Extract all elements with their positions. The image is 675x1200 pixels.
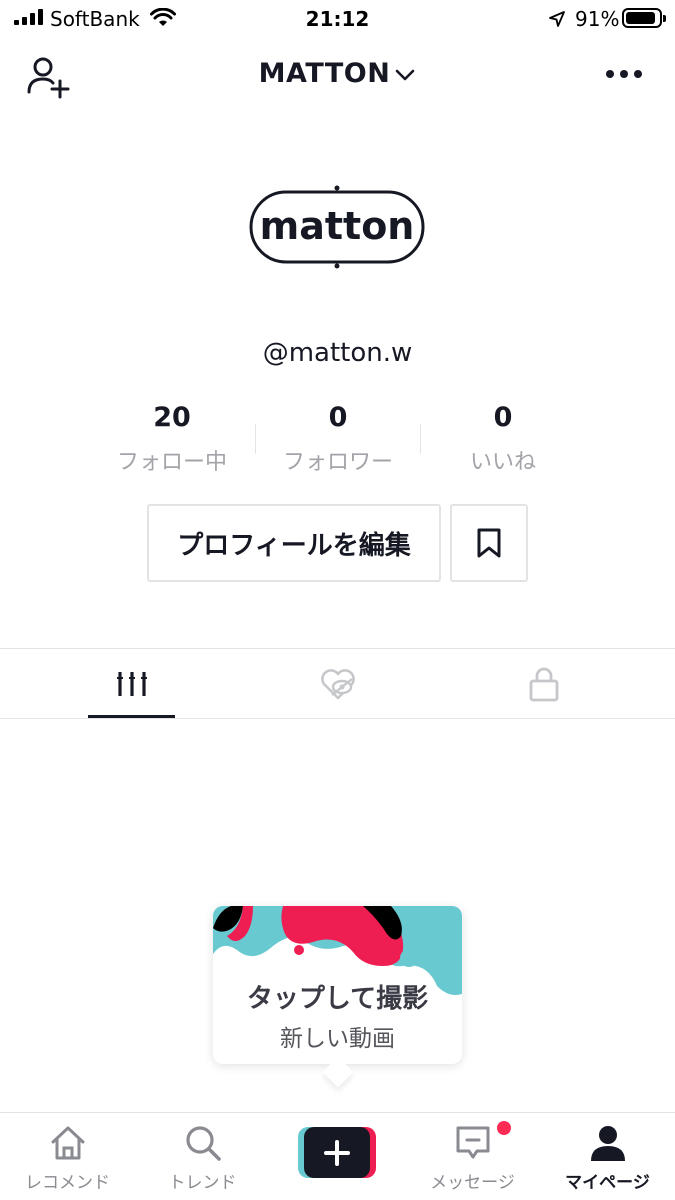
battery-percent: 91% [575,7,620,31]
person-icon [590,1126,625,1161]
message-badge [497,1121,511,1135]
tab-videos[interactable] [19,650,244,718]
chevron-down-icon [396,69,415,80]
stat-divider [420,424,421,454]
battery-fill [626,12,656,24]
nav-label: レコメンド [25,1173,110,1193]
capture-title: タップして撮影 [246,984,429,1014]
nav-label: トレンド [168,1173,237,1193]
battery-icon [622,8,666,28]
page-title: MATTON [258,58,391,89]
avatar-text: matton [260,204,415,248]
hidden-liked-icon [320,669,355,700]
nav-messages[interactable]: メッセージ [405,1113,540,1200]
tap-to-record-card[interactable]: タップして撮影 新しい動画 [213,906,462,1088]
home-icon [51,1126,84,1160]
stat-following[interactable]: 20 フォロー中 [97,402,247,476]
tab-bar-divider [0,648,675,649]
plus-icon [324,1139,350,1166]
avatar[interactable]: matton [248,184,428,270]
nav-mypage[interactable]: マイページ [540,1113,675,1200]
message-icon [456,1126,489,1159]
clock: 21:12 [305,7,370,31]
stat-likes[interactable]: 0 いいね [428,402,578,476]
tab-private[interactable] [431,650,656,718]
bookmarks-button[interactable] [450,504,528,582]
followers-label: フォロワー [282,450,393,475]
username-handle: @matton.w [262,338,413,368]
following-count: 20 [153,402,191,433]
account-switcher[interactable]: MATTON [0,58,675,89]
likes-count: 0 [493,402,513,433]
bottom-nav: レコメンド トレンド メッセージ マイページ [0,1112,675,1200]
tab-bar-divider [0,718,675,719]
nav-recommend[interactable]: レコメンド [0,1113,135,1200]
bookmark-icon [477,528,501,558]
likes-label: いいね [469,450,536,475]
location-arrow-icon [549,11,565,27]
edit-profile-button[interactable]: プロフィールを編集 [147,504,441,582]
create-video-button[interactable] [298,1127,376,1178]
search-icon [185,1126,221,1161]
stat-divider [255,424,256,454]
nav-label: メッセージ [430,1173,515,1193]
followers-count: 0 [328,402,348,433]
nav-trend[interactable]: トレンド [135,1113,270,1200]
lock-icon [529,667,558,702]
more-options-icon[interactable] [606,70,642,78]
nav-label: マイページ [565,1173,650,1193]
tab-liked[interactable] [225,650,450,718]
capture-subtitle: 新しい動画 [280,1026,395,1052]
grid-icon [116,672,147,696]
following-label: フォロー中 [116,450,227,475]
status-bar: SoftBank 21:12 91% [0,0,675,40]
stat-followers[interactable]: 0 フォロワー [263,402,413,476]
